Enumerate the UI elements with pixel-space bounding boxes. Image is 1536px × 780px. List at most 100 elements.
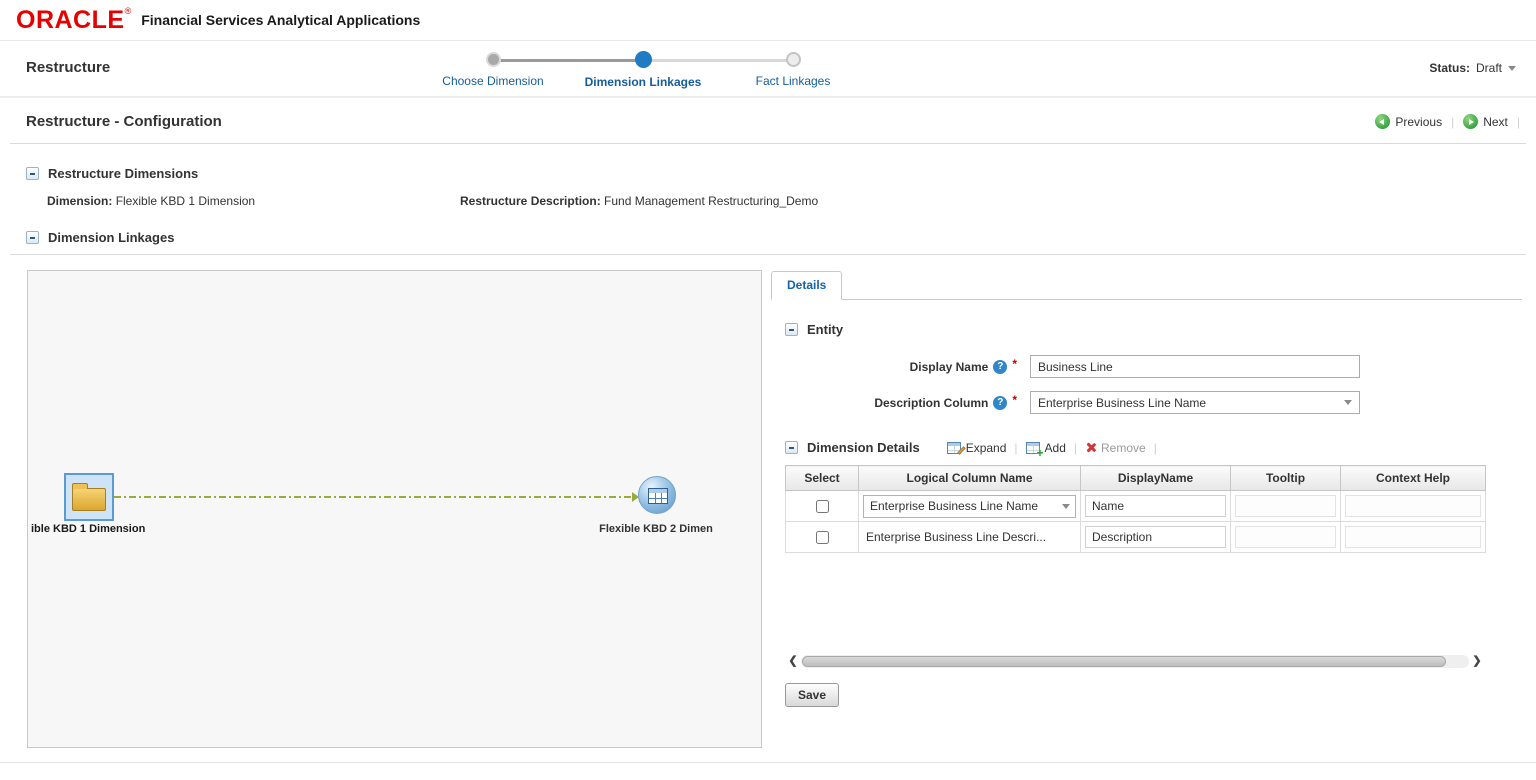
remove-button[interactable]: Remove [1085, 441, 1146, 455]
scroll-left-button[interactable]: ❮ [785, 653, 801, 670]
previous-label: Previous [1395, 114, 1443, 129]
logical-column-selected-value: Enterprise Business Line Name [870, 499, 1039, 513]
description-column-row: Description Column ? * Enterprise Busine… [785, 391, 1496, 414]
scroll-right-button[interactable]: ❯ [1469, 653, 1485, 670]
display-name-row: Display Name ? * [785, 355, 1496, 378]
description-column-select[interactable]: Enterprise Business Line Name [1030, 391, 1360, 414]
previous-button[interactable]: Previous [1375, 114, 1442, 129]
column-header-context-help: Context Help [1340, 465, 1486, 491]
entity-title: Entity [807, 322, 844, 337]
column-header-displayname: DisplayName [1080, 465, 1231, 491]
row-select-checkbox[interactable] [816, 499, 829, 513]
previous-icon [1375, 114, 1391, 129]
logical-column-select[interactable]: Enterprise Business Line Name [863, 494, 1076, 518]
dimension-details-header: Dimension Details Expand | + Add | Remov… [785, 440, 1496, 460]
tooltip-input[interactable] [1235, 526, 1336, 548]
select-cell [785, 490, 859, 522]
column-header-select: Select [785, 465, 859, 491]
status-value: Draft [1475, 61, 1502, 75]
target-dimension-node[interactable] [638, 476, 676, 514]
step-choose-dimension[interactable]: Choose Dimension [418, 50, 568, 89]
dropdown-arrow-icon [1344, 400, 1352, 405]
step-fact-linkages[interactable]: Fact Linkages [643, 50, 868, 89]
pencil-icon [956, 445, 966, 455]
help-icon[interactable]: ? [993, 359, 1008, 374]
dropdown-arrow-icon [1062, 503, 1070, 509]
scrollbar-track[interactable] [801, 655, 1469, 668]
expand-button[interactable]: Expand [946, 441, 1006, 455]
tooltip-input[interactable] [1235, 495, 1336, 517]
progress-stepper: Choose Dimension Dimension Linkages Fact… [418, 50, 868, 89]
displayname-input[interactable]: Name [1085, 495, 1226, 517]
section-title: Dimension Linkages [48, 230, 175, 245]
restructure-description-value: Fund Management Restructuring_Demo [604, 194, 819, 208]
next-button[interactable]: Next [1463, 114, 1508, 129]
help-icon[interactable]: ? [993, 395, 1008, 410]
plus-icon: + [1036, 445, 1044, 460]
step-dimension-linkages[interactable]: Dimension Linkages [493, 50, 718, 89]
source-node-label: ible KBD 1 Dimension [31, 523, 146, 535]
display-name-input[interactable] [1030, 355, 1360, 378]
step-label: Dimension Linkages [584, 75, 702, 89]
logical-column-cell: Enterprise Business Line Name [858, 490, 1081, 522]
display-name-label-group: Display Name ? * [785, 357, 1017, 374]
collapse-icon[interactable] [785, 323, 798, 336]
step-dot-completed-icon [485, 52, 501, 67]
collapse-icon[interactable] [785, 441, 798, 454]
displayname-input[interactable]: Description [1085, 526, 1226, 548]
remove-label: Remove [1101, 440, 1146, 455]
context-help-input[interactable] [1345, 526, 1481, 548]
oracle-logo: ORACLE® [16, 6, 131, 35]
collapse-icon[interactable] [26, 167, 39, 180]
step-label: Choose Dimension [442, 74, 544, 88]
linkage-canvas[interactable]: ible KBD 1 Dimension Flexible KBD 2 Dime… [27, 270, 762, 748]
save-button[interactable]: Save [785, 683, 840, 707]
config-title: Restructure - Configuration [26, 113, 222, 130]
table-row: Enterprise Business Line Name Name [785, 490, 1486, 522]
restructure-dimensions-info: Dimension: Flexible KBD 1 Dimension Rest… [47, 194, 1536, 208]
divider [10, 143, 1526, 144]
collapse-icon[interactable] [26, 231, 39, 244]
source-dimension-node[interactable] [64, 473, 114, 521]
select-cell [785, 521, 859, 553]
separator: | [1153, 440, 1157, 455]
section-title: Restructure Dimensions [48, 166, 199, 181]
step-label: Fact Linkages [755, 74, 831, 88]
nav-actions: Previous | Next | [1375, 114, 1520, 129]
display-name-label: Display Name [909, 359, 989, 374]
tooltip-cell [1230, 521, 1341, 553]
app-title: Financial Services Analytical Applicatio… [141, 12, 421, 28]
horizontal-scrollbar[interactable]: ❮ ❯ [785, 653, 1485, 670]
context-help-input[interactable] [1345, 495, 1481, 517]
dimension-linkages-content: ible KBD 1 Dimension Flexible KBD 2 Dime… [0, 255, 1536, 748]
target-node-label: Flexible KBD 2 Dimen [599, 523, 713, 535]
add-label: Add [1044, 440, 1066, 455]
logical-column-value: Enterprise Business Line Descri... [866, 530, 1047, 544]
dimension-details-toolbar: Expand | + Add | Remove | [946, 440, 1157, 460]
description-column-selected-value: Enterprise Business Line Name [1038, 395, 1207, 410]
dimension-table-icon [648, 488, 668, 504]
remove-icon [1085, 442, 1096, 453]
displayname-cell: Description [1080, 521, 1231, 553]
chevron-down-icon [1508, 65, 1516, 71]
column-header-logical-column-name: Logical Column Name [858, 465, 1081, 491]
restructure-dimensions-header: Restructure Dimensions [26, 166, 1536, 181]
required-asterisk: * [1012, 392, 1017, 407]
scrollbar-thumb[interactable] [802, 656, 1446, 667]
app-header: ORACLE® Financial Services Analytical Ap… [0, 0, 1536, 41]
status-label: Status: [1429, 61, 1470, 75]
context-help-cell [1340, 490, 1486, 522]
dimension-details-title: Dimension Details [807, 440, 920, 455]
row-select-checkbox[interactable] [816, 530, 829, 544]
folder-icon [72, 482, 106, 511]
add-button[interactable]: + Add [1025, 440, 1066, 460]
separator: | [1014, 440, 1018, 455]
details-panel: Details Entity Display Name ? * Descript… [771, 270, 1522, 707]
tab-details[interactable]: Details [771, 271, 843, 300]
next-icon [1463, 114, 1479, 129]
restructure-description-label: Restructure Description: [460, 194, 601, 208]
status-dropdown[interactable]: Status: Draft [1429, 61, 1516, 75]
description-column-label-group: Description Column ? * [785, 392, 1017, 410]
details-panel-body: Entity Display Name ? * Description Colu… [771, 322, 1522, 707]
add-icon: + [1025, 441, 1044, 460]
